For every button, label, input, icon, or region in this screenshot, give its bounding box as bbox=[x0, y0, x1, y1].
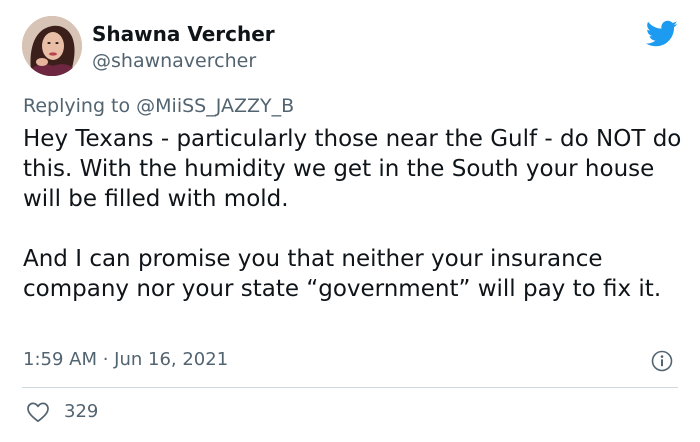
replying-to-handle-link[interactable]: @MiiSS_JAZZY_B bbox=[136, 95, 294, 117]
tweet-body: Hey Texans - particularly those near the… bbox=[23, 124, 683, 304]
tweet-card: Shawna Vercher @shawnavercher Replying t… bbox=[0, 0, 700, 442]
replying-to-prefix: Replying to bbox=[23, 95, 137, 117]
twitter-bird-icon[interactable] bbox=[646, 20, 678, 48]
divider bbox=[22, 387, 678, 388]
author-display-name[interactable]: Shawna Vercher bbox=[92, 22, 275, 46]
heart-icon[interactable] bbox=[26, 401, 50, 423]
info-icon[interactable] bbox=[651, 350, 673, 372]
replying-to-line: Replying to @MiiSS_JAZZY_B bbox=[23, 95, 294, 117]
tweet-paragraph-2: And I can promise you that neither your … bbox=[23, 246, 662, 302]
like-count: 329 bbox=[64, 401, 99, 422]
author-handle[interactable]: @shawnavercher bbox=[92, 50, 256, 72]
avatar-image bbox=[22, 16, 82, 76]
tweet-timestamp[interactable]: 1:59 AM · Jun 16, 2021 bbox=[23, 349, 228, 370]
tweet-paragraph-1: Hey Texans - particularly those near the… bbox=[23, 126, 682, 212]
avatar[interactable] bbox=[22, 16, 82, 76]
